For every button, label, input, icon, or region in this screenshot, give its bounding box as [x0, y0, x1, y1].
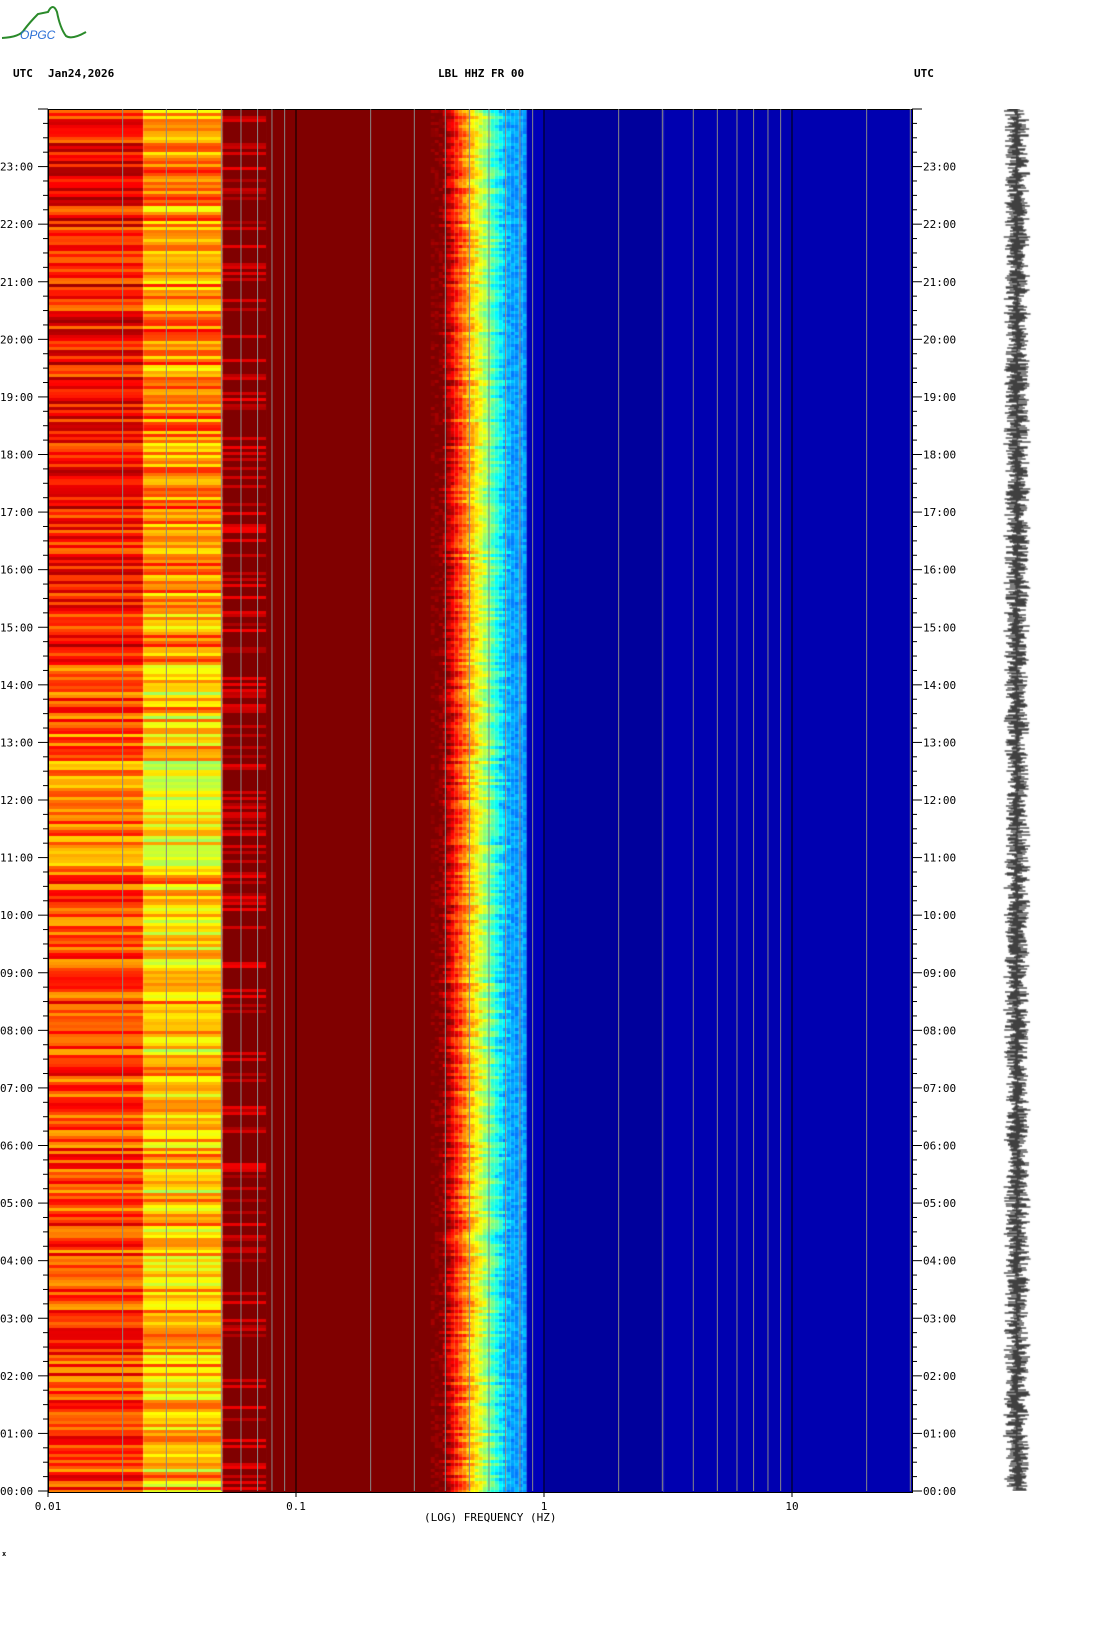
y-tick-label-left: 23:00 [0, 161, 33, 174]
y-tick-label-right: 12:00 [923, 794, 956, 807]
y-tick-label-right: 02:00 [923, 1370, 956, 1383]
y-tick-label-right: 03:00 [923, 1312, 956, 1325]
y-tick-label-left: 05:00 [0, 1197, 33, 1210]
y-tick-label-right: 11:00 [923, 852, 956, 865]
x-tick-label: 0.01 [35, 1500, 62, 1513]
y-tick-label-left: 07:00 [0, 1082, 33, 1095]
y-tick-label-right: 18:00 [923, 449, 956, 462]
y-tick-label-left: 01:00 [0, 1427, 33, 1440]
y-tick-label-left: 14:00 [0, 679, 33, 692]
y-tick-label-right: 01:00 [923, 1427, 956, 1440]
y-tick-label-right: 07:00 [923, 1082, 956, 1095]
y-tick-label-right: 06:00 [923, 1140, 956, 1153]
y-tick-label-left: 02:00 [0, 1370, 33, 1383]
y-tick-label-right: 14:00 [923, 679, 956, 692]
y-tick-label-left: 10:00 [0, 909, 33, 922]
y-tick-label-right: 16:00 [923, 564, 956, 577]
y-tick-label-right: 15:00 [923, 621, 956, 634]
y-tick-label-left: 09:00 [0, 967, 33, 980]
y-tick-label-left: 08:00 [0, 1024, 33, 1037]
y-tick-label-left: 22:00 [0, 218, 33, 231]
y-tick-label-left: 00:00 [0, 1485, 33, 1498]
y-tick-label-right: 23:00 [923, 161, 956, 174]
y-tick-label-left: 12:00 [0, 794, 33, 807]
y-tick-label-left: 17:00 [0, 506, 33, 519]
y-tick-label-right: 04:00 [923, 1255, 956, 1268]
y-tick-label-right: 10:00 [923, 909, 956, 922]
y-tick-label-right: 08:00 [923, 1024, 956, 1037]
y-tick-label-right: 13:00 [923, 736, 956, 749]
y-tick-label-left: 11:00 [0, 852, 33, 865]
y-tick-label-right: 09:00 [923, 967, 956, 980]
y-tick-label-left: 19:00 [0, 391, 33, 404]
y-tick-label-right: 20:00 [923, 333, 956, 346]
y-tick-label-left: 04:00 [0, 1255, 33, 1268]
y-tick-label-left: 16:00 [0, 564, 33, 577]
y-tick-label-left: 21:00 [0, 276, 33, 289]
y-tick-label-left: 20:00 [0, 333, 33, 346]
y-tick-label-right: 22:00 [923, 218, 956, 231]
y-tick-label-left: 13:00 [0, 736, 33, 749]
y-tick-label-left: 18:00 [0, 449, 33, 462]
y-tick-label-right: 05:00 [923, 1197, 956, 1210]
footer-mark: x [2, 1550, 7, 1558]
y-tick-label-left: 03:00 [0, 1312, 33, 1325]
y-tick-label-left: 06:00 [0, 1140, 33, 1153]
y-tick-label-left: 15:00 [0, 621, 33, 634]
chart-axes: 0.01 0.1 1 1000:00 00:0001:00 01:0002:00 02:00… [0, 108, 956, 1513]
x-tick-label: 0.1 [286, 1500, 306, 1513]
x-tick-label: 10 [785, 1500, 798, 1513]
x-axis-label: (LOG) FREQUENCY (HZ) [424, 1511, 557, 1524]
y-tick-label-right: 19:00 [923, 391, 956, 404]
y-tick-label-right: 21:00 [923, 276, 956, 289]
y-tick-label-right: 17:00 [923, 506, 956, 519]
y-tick-label-right: 00:00 [923, 1485, 956, 1498]
